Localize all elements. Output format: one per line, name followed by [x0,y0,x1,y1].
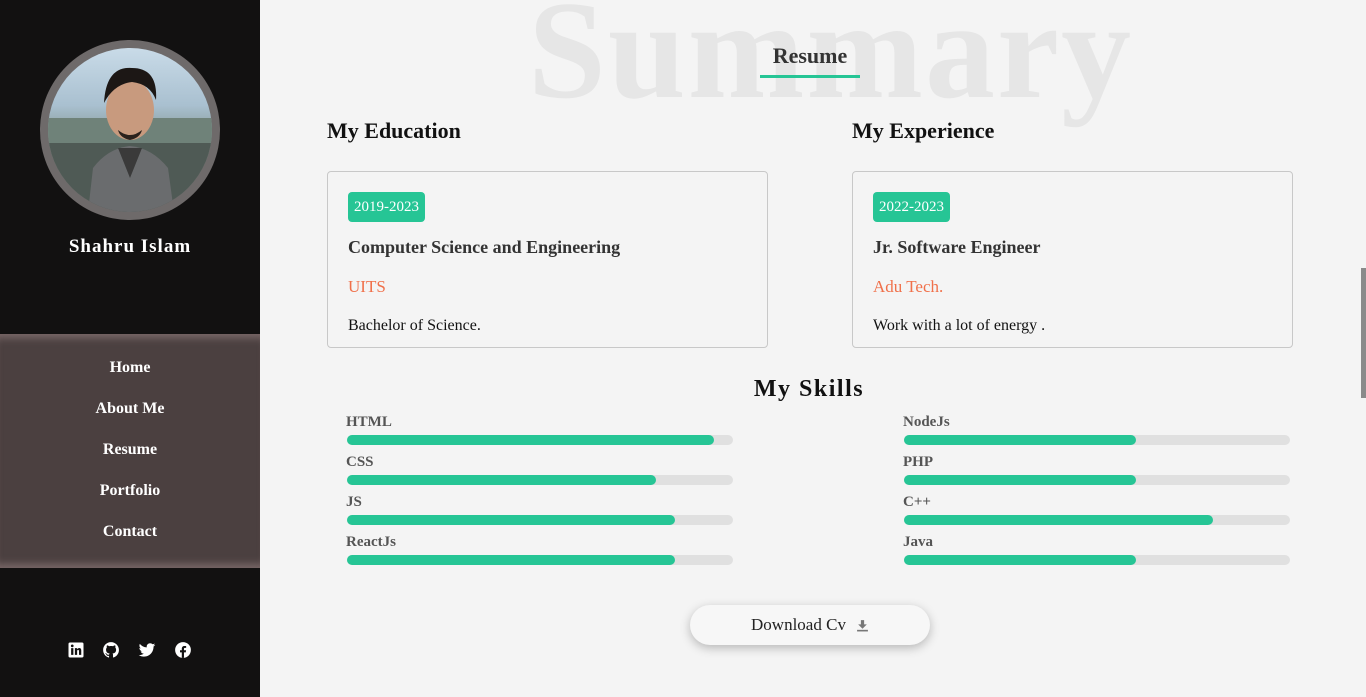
nav-item-portfolio[interactable]: Portfolio [0,482,260,500]
download-cv-label: Download Cv [751,615,846,634]
download-cv-button[interactable]: Download Cv [690,605,930,645]
skill-fill-js [347,515,676,525]
education-description: Bachelor of Science. [348,317,481,334]
nav-menu: Home About Me Resume Portfolio Contact [0,334,260,568]
experience-description: Work with a lot of energy . [873,317,1046,334]
nav-item-about[interactable]: About Me [0,400,260,418]
skill-label-cpp: C++ [903,494,931,510]
experience-heading: My Experience [852,118,995,143]
education-heading: My Education [327,118,461,143]
skill-fill-css [347,475,656,485]
skills-heading: My Skills [753,376,865,402]
experience-title: Jr. Software Engineer [873,237,1041,257]
skill-bar-php [904,475,1290,485]
avatar [48,48,212,212]
education-card: 2019-2023 Computer Science and Engineeri… [327,171,768,348]
experience-card: 2022-2023 Jr. Software Engineer Adu Tech… [852,171,1293,348]
main-content: Summary Resume My Education My Experienc… [260,0,1366,697]
scrollbar-thumb[interactable] [1361,268,1366,398]
skill-bar-css [347,475,733,485]
skill-fill-html [347,435,714,445]
skill-label-nodejs: NodeJs [903,414,950,430]
skill-bar-java [904,555,1290,565]
education-title: Computer Science and Engineering [348,237,621,257]
skill-fill-php [904,475,1136,485]
education-institution: UITS [348,277,386,296]
skill-label-css: CSS [346,454,374,470]
linkedin-icon[interactable] [67,641,85,659]
education-years-badge: 2019-2023 [348,192,425,222]
skill-bar-cpp [904,515,1290,525]
sidebar: Shahru Islam Home About Me Resume Portfo… [0,0,260,697]
skill-bar-js [347,515,733,525]
skill-label-js: JS [346,494,362,510]
skill-label-java: Java [903,534,933,550]
skill-fill-cpp [904,515,1213,525]
experience-years-badge: 2022-2023 [873,192,950,222]
avatar-ring [40,40,220,220]
skill-fill-nodejs [904,435,1136,445]
skill-bar-html [347,435,733,445]
github-icon[interactable] [102,641,120,659]
skill-label-html: HTML [346,414,392,430]
nav-item-resume[interactable]: Resume [0,441,260,459]
section-title-underline [760,75,860,78]
nav-item-contact[interactable]: Contact [0,523,260,541]
skill-label-reactjs: ReactJs [346,534,396,550]
download-icon [857,619,868,631]
user-name: Shahru Islam [68,236,192,257]
skill-bar-nodejs [904,435,1290,445]
skill-label-php: PHP [903,454,933,470]
twitter-icon[interactable] [138,641,156,659]
skill-bar-reactjs [347,555,733,565]
experience-company: Adu Tech. [873,277,944,296]
facebook-icon[interactable] [174,641,192,659]
section-title: Resume [772,43,848,68]
skill-fill-reactjs [347,555,676,565]
nav-item-home[interactable]: Home [0,359,260,377]
skill-fill-java [904,555,1136,565]
